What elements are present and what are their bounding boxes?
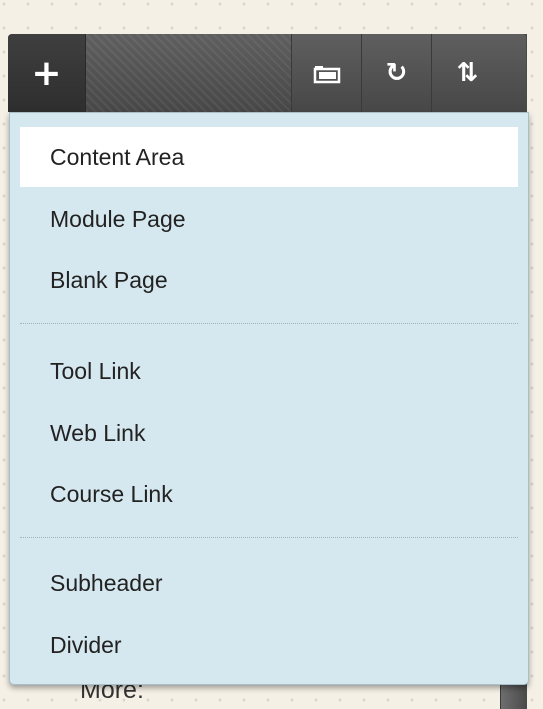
plus-icon: + (31, 52, 62, 94)
add-menu-dropdown: Content Area Module Page Blank Page Tool… (9, 112, 529, 685)
menu-divider (20, 537, 518, 538)
menu-item-content-area[interactable]: Content Area (20, 127, 518, 187)
menu-item-course-link[interactable]: Course Link (20, 464, 518, 524)
add-menu-item-button[interactable]: + (8, 34, 86, 112)
refresh-icon: ↻ (385, 58, 408, 88)
sort-icon: ⇅ (456, 58, 479, 88)
menu-item-module-page[interactable]: Module Page (20, 189, 518, 249)
menu-item-subheader[interactable]: Subheader (20, 553, 518, 613)
menu-item-divider[interactable]: Divider (20, 615, 518, 675)
folder-view-button[interactable] (291, 34, 361, 112)
reorder-button[interactable]: ⇅ (431, 34, 503, 112)
folder-icon (313, 66, 340, 84)
menu-divider (20, 323, 518, 324)
menu-item-blank-page[interactable]: Blank Page (20, 250, 518, 310)
menu-item-web-link[interactable]: Web Link (20, 403, 518, 463)
menu-item-tool-link[interactable]: Tool Link (20, 341, 518, 401)
refresh-button[interactable]: ↻ (361, 34, 431, 112)
course-menu-toolbar: + ↻ ⇅ (8, 34, 526, 112)
toolbar-texture (86, 34, 291, 112)
